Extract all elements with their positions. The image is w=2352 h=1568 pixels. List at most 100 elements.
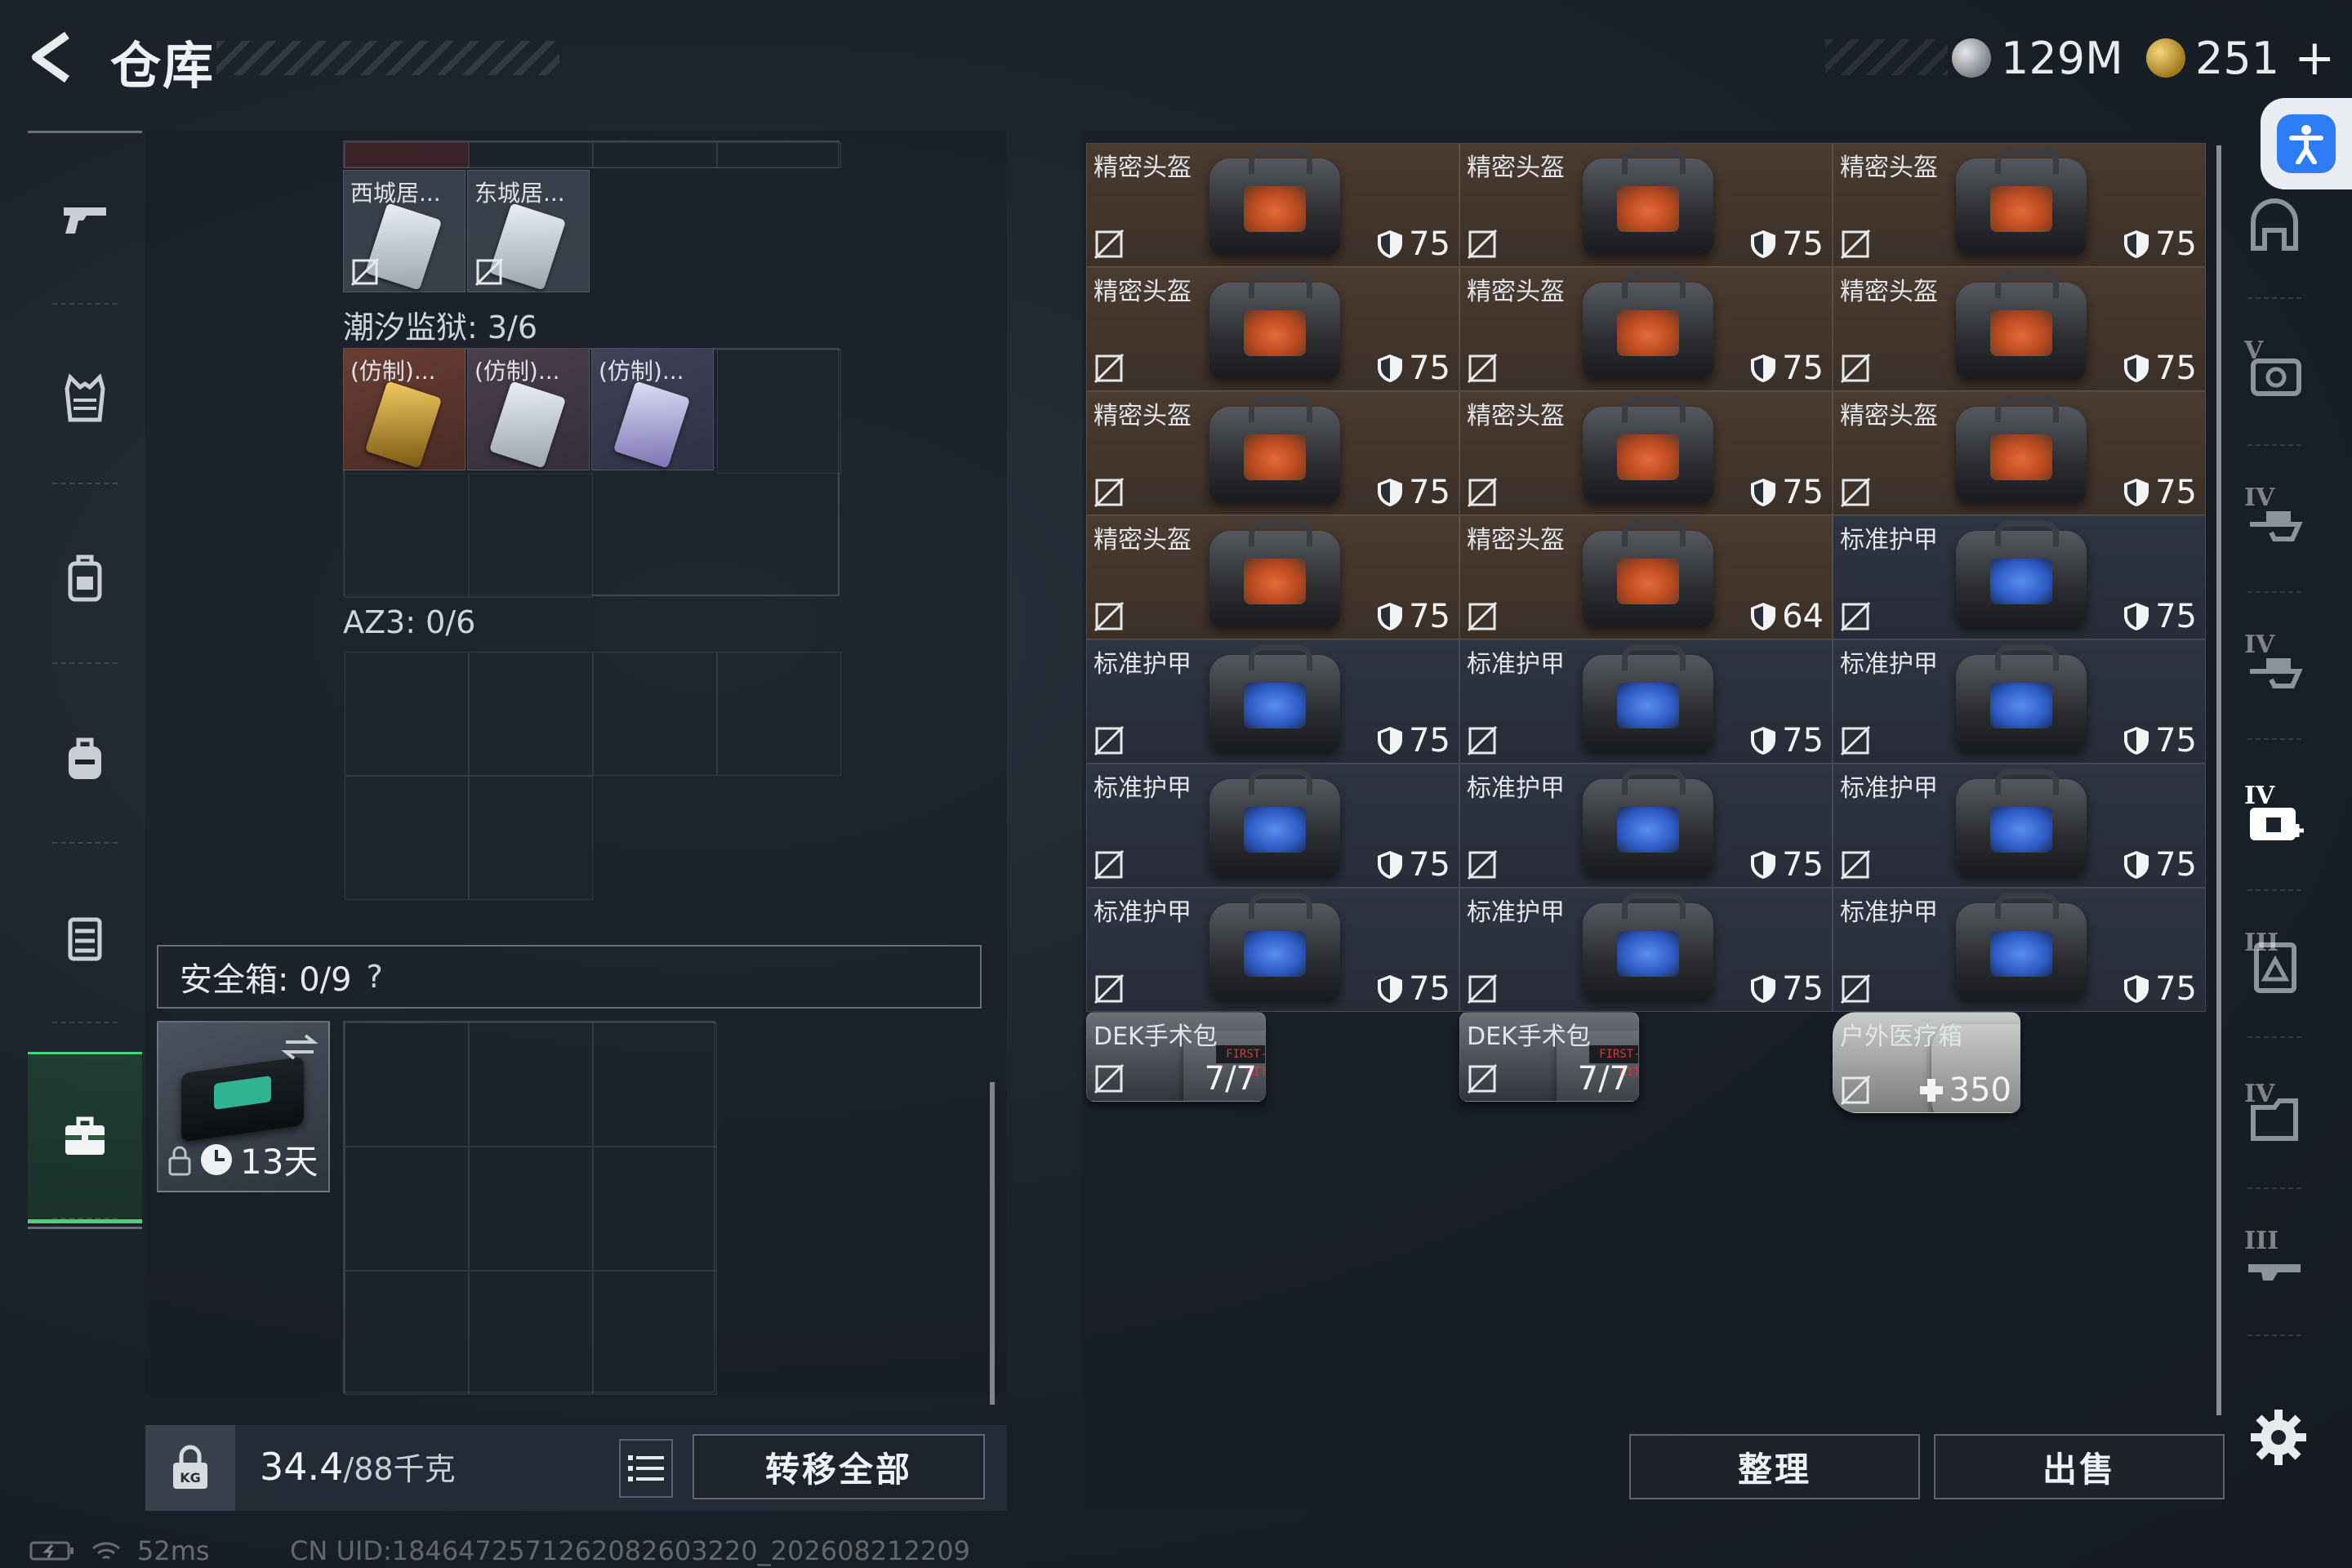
storage-item[interactable]: 精密头盔 75 (1459, 391, 1833, 515)
safebox-item[interactable]: 13天 (157, 1021, 330, 1192)
empty-slot[interactable] (345, 1022, 469, 1147)
key-item[interactable]: (仿制)... (467, 348, 590, 470)
storage-item[interactable]: 标准护甲 75 (1459, 764, 1833, 888)
item-name: 标准护甲 (1840, 526, 1938, 555)
key-item[interactable]: 东城居... (467, 170, 590, 292)
item-value: 75 (2123, 350, 2197, 387)
keycard-image (612, 381, 691, 469)
heal-plus-icon (1919, 1079, 1943, 1102)
storage-item[interactable]: 精密头盔 75 (1459, 143, 1833, 267)
storage-item[interactable]: 标准护甲 75 (1833, 639, 2206, 764)
item-name: 标准护甲 (1467, 898, 1565, 927)
tier-label: IV (2244, 1080, 2275, 1108)
empty-slot[interactable] (469, 776, 593, 900)
item-name: 精密头盔 (1094, 402, 1192, 430)
nav-weapon[interactable] (28, 133, 142, 305)
item-name: 标准护甲 (1467, 650, 1565, 679)
storage-item[interactable]: 精密头盔 75 (1086, 143, 1459, 267)
item-name: 精密头盔 (1467, 154, 1565, 182)
storage-item[interactable]: 标准护甲 75 (1459, 639, 1833, 764)
helmet-image (1956, 273, 2087, 379)
empty-slot[interactable] (469, 1147, 593, 1271)
storage-item[interactable]: 标准护甲 75 (1833, 764, 2206, 888)
storage-item[interactable]: 精密头盔 75 (1833, 391, 2206, 515)
lock-icon (168, 1146, 191, 1175)
empty-slot[interactable] (345, 1271, 469, 1395)
no-trade-icon (1094, 353, 1125, 384)
no-trade-icon (1094, 229, 1125, 260)
filter-armor-iv-filter[interactable]: IV (2230, 449, 2319, 593)
filter-helmet-iii-filter[interactable]: III (2230, 894, 2319, 1038)
tier-label: IV (2244, 483, 2275, 512)
nav-backpack[interactable] (28, 672, 142, 844)
swap-icon[interactable] (281, 1031, 318, 1063)
key-item[interactable]: (仿制)... (591, 348, 714, 470)
filter-rig-iv-filter[interactable]: IV (2230, 596, 2319, 740)
storage-item[interactable]: 标准护甲 75 (1086, 888, 1459, 1012)
key-item[interactable]: 西城居... (343, 170, 466, 292)
item-value-text: 75 (2155, 598, 2197, 635)
empty-slot[interactable] (469, 652, 593, 776)
safebox-timer: 13天 (240, 1142, 318, 1182)
helmet-image (1583, 273, 1713, 379)
storage-item[interactable]: 精密头盔 75 (1086, 391, 1459, 515)
item-value: 75 (1749, 350, 1824, 387)
no-trade-icon (1094, 725, 1125, 756)
empty-slot[interactable] (345, 652, 469, 776)
transfer-all-button[interactable]: 转移全部 (693, 1434, 985, 1499)
item-value: 75 (1376, 350, 1450, 387)
storage-item[interactable]: 精密头盔 75 (1086, 515, 1459, 639)
help-icon[interactable]: ? (367, 959, 383, 995)
key-name: (仿制)... (350, 358, 436, 385)
durability-shield-icon (2124, 230, 2149, 258)
list-view-button[interactable] (619, 1439, 673, 1498)
keycard-image (364, 381, 443, 469)
nav-vest[interactable] (28, 313, 142, 484)
storage-item[interactable]: 精密头盔 75 (1833, 143, 2206, 267)
empty-slot[interactable] (593, 652, 717, 776)
sell-button[interactable]: 出售 (1934, 1434, 2225, 1499)
empty-slot[interactable] (469, 1022, 593, 1147)
nav-safebox[interactable] (28, 1052, 142, 1223)
sort-button[interactable]: 整理 (1629, 1434, 1920, 1499)
storage-item[interactable]: 精密头盔 75 (1833, 267, 2206, 391)
no-trade-icon (1840, 973, 1871, 1004)
silver-amount: 129M (2001, 32, 2123, 84)
helmet-image (1583, 521, 1713, 627)
storage-item[interactable]: 精密头盔 75 (1459, 267, 1833, 391)
key-item[interactable]: (仿制)... (343, 348, 466, 470)
storage-item[interactable]: 标准护甲 75 (1086, 639, 1459, 764)
helmet-image (1583, 149, 1713, 255)
storage-item[interactable]: 标准护甲 75 (1086, 764, 1459, 888)
filter-bag-iv-filter[interactable]: IV (2230, 1045, 2319, 1189)
partial-key-row (343, 140, 841, 168)
storage-scrollbar[interactable] (2216, 145, 2221, 1415)
storage-item[interactable]: 精密头盔 75 (1086, 267, 1459, 391)
settings-gear-icon[interactable] (2247, 1406, 2310, 1468)
empty-slot[interactable] (717, 350, 841, 474)
storage-item[interactable]: 户外医疗箱 350 (1833, 1012, 2020, 1113)
empty-slot[interactable] (717, 652, 841, 776)
empty-slot[interactable] (345, 776, 469, 900)
empty-slot[interactable] (593, 1147, 717, 1271)
storage-item[interactable]: 标准护甲 75 (1833, 515, 2206, 639)
filter-helmet-filter[interactable] (2230, 155, 2319, 299)
storage-item[interactable]: FIRST-AID KITDEK手术包7/7 (1086, 1012, 1266, 1102)
nav-chest-rig[interactable] (28, 852, 142, 1023)
empty-slot[interactable] (593, 1022, 717, 1147)
empty-slot[interactable] (345, 1147, 469, 1271)
add-currency-button[interactable]: + (2294, 29, 2335, 87)
filter-armor-v-filter[interactable]: V (2230, 302, 2319, 446)
nav-armor[interactable] (28, 492, 142, 664)
storage-item[interactable]: 标准护甲 75 (1459, 888, 1833, 1012)
filter-weapon-iii-filter[interactable]: III (2230, 1192, 2319, 1336)
empty-slot[interactable] (469, 1271, 593, 1395)
storage-item[interactable]: FIRST-AID KITDEK手术包7/7 (1459, 1012, 1639, 1102)
back-arrow-icon[interactable] (24, 29, 82, 86)
empty-slot[interactable] (593, 1271, 717, 1395)
storage-item[interactable]: 精密头盔 64 (1459, 515, 1833, 639)
left-scrollbar[interactable] (990, 1082, 995, 1405)
storage-item[interactable]: 标准护甲 75 (1833, 888, 2206, 1012)
filter-medkit-iv-filter[interactable]: IV (2230, 747, 2319, 891)
item-value-text: 75 (1782, 350, 1824, 387)
